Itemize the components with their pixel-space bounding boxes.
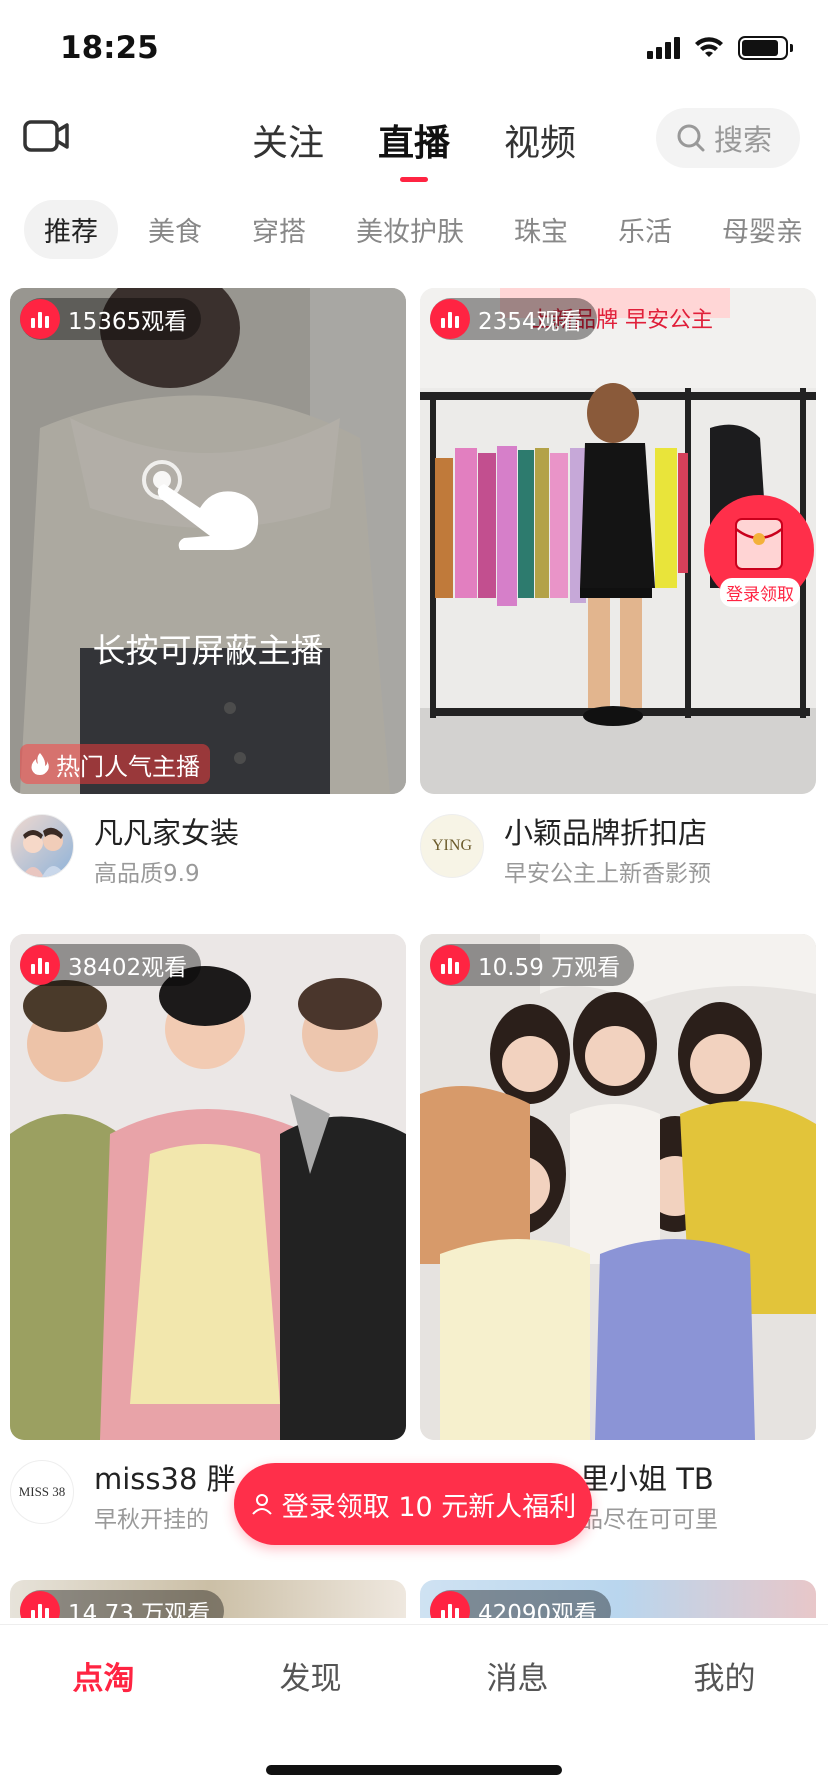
category-lifestyle[interactable]: 乐活 <box>598 200 692 259</box>
red-packet-label: 登录领取 <box>720 578 800 607</box>
shop-name: 凡凡家女装 <box>94 816 240 850</box>
status-bar: 18:25 <box>0 0 828 100</box>
live-thumbnail[interactable]: 10.59 万观看 <box>420 934 816 1440</box>
login-reward-button[interactable]: 登录领取 10 元新人福利 <box>234 1463 592 1545</box>
models-illustration <box>10 934 406 1440</box>
category-jewelry[interactable]: 珠宝 <box>494 200 588 259</box>
viewer-count: 14.73 万观看 <box>68 1601 211 1618</box>
live-icon <box>20 945 60 985</box>
live-thumbnail[interactable]: 38402观看 <box>10 934 406 1440</box>
avatar[interactable] <box>10 814 74 878</box>
signal-icon <box>647 37 680 59</box>
live-card[interactable]: 14.73 万观看 <box>10 1580 406 1618</box>
viewer-badge: 42090观看 <box>430 1590 612 1618</box>
viewer-count: 15365观看 <box>68 309 188 335</box>
login-reward-label: 登录领取 10 元新人福利 <box>281 1491 577 1523</box>
live-icon <box>430 945 470 985</box>
viewer-count: 10.59 万观看 <box>478 955 621 981</box>
category-recommended[interactable]: 推荐 <box>24 199 118 259</box>
wifi-icon <box>695 37 723 57</box>
shop-name: miss38 胖 <box>94 1462 236 1496</box>
avatar-logo-text: MISS 38 <box>18 1483 66 1499</box>
shop-subtitle: 早安公主上新香影预 <box>504 861 711 887</box>
live-icon <box>20 299 60 339</box>
shop-subtitle: 品尽在可可里 <box>580 1507 718 1533</box>
status-icons <box>647 36 793 60</box>
live-thumbnail[interactable]: 14.73 万观看 <box>10 1580 406 1618</box>
live-card[interactable]: 38402观看 MISS 38 miss38 胖 早秋开挂的 <box>10 934 406 1554</box>
viewer-count: 38402观看 <box>68 955 188 981</box>
avatar[interactable]: YING <box>420 814 484 878</box>
bottom-tab-messages[interactable]: 消息 <box>414 1653 621 1698</box>
avatar[interactable]: MISS 38 <box>10 1460 74 1524</box>
category-outfits[interactable]: 穿搭 <box>232 200 326 259</box>
flame-icon <box>31 753 49 775</box>
bottom-tab-bar: 点淘 发现 消息 我的 <box>0 1624 828 1792</box>
viewer-badge: 38402观看 <box>20 944 202 986</box>
category-beauty[interactable]: 美妆护肤 <box>336 200 484 259</box>
home-indicator[interactable] <box>266 1765 562 1775</box>
long-press-hint: 长按可屏蔽主播 <box>92 631 324 670</box>
viewer-badge: 2354观看 <box>430 298 597 340</box>
live-icon <box>430 1591 470 1618</box>
avatar-logo-text: YING <box>432 837 472 854</box>
viewer-count: 42090观看 <box>478 1601 598 1618</box>
viewer-badge: 14.73 万观看 <box>20 1590 225 1618</box>
tab-follow[interactable]: 关注 <box>248 114 328 166</box>
user-icon <box>251 1494 272 1515</box>
category-tabs: 推荐 美食 穿搭 美妆护肤 珠宝 乐活 母婴亲 <box>24 199 828 259</box>
shop-name: 里小姐 TB <box>580 1462 714 1496</box>
long-press-hand-icon <box>142 460 259 550</box>
bottom-tab-diantao[interactable]: 点淘 <box>0 1653 207 1698</box>
models-illustration <box>420 934 816 1440</box>
hot-tag-label: 热门人气主播 <box>56 752 200 781</box>
viewer-count: 2354观看 <box>478 309 583 335</box>
live-feed: 长按可屏蔽主播 15365观看 热门人气主播 凡凡家女装 高品质9.9 上新品牌… <box>0 288 828 1618</box>
live-card[interactable]: 长按可屏蔽主播 15365观看 热门人气主播 凡凡家女装 高品质9.9 <box>10 288 406 908</box>
search-button[interactable]: 搜索 <box>656 108 800 168</box>
shop-subtitle: 高品质9.9 <box>94 861 200 887</box>
live-thumbnail[interactable]: 长按可屏蔽主播 15365观看 热门人气主播 <box>10 288 406 794</box>
shop-name: 小颖品牌折扣店 <box>504 816 708 850</box>
category-mother-baby[interactable]: 母婴亲 <box>702 200 823 259</box>
tab-video[interactable]: 视频 <box>500 114 580 166</box>
bottom-tab-discover[interactable]: 发现 <box>207 1653 414 1698</box>
search-icon <box>677 124 705 152</box>
card-info: YING 小颖品牌折扣店 早安公主上新香影预 <box>420 794 816 908</box>
bottom-tab-me[interactable]: 我的 <box>621 1653 828 1698</box>
live-icon <box>20 1591 60 1618</box>
viewer-badge: 10.59 万观看 <box>430 944 635 986</box>
shop-subtitle: 早秋开挂的 <box>94 1507 209 1533</box>
tab-live[interactable]: 直播 <box>374 114 454 182</box>
search-label: 搜索 <box>714 123 773 157</box>
category-food[interactable]: 美食 <box>128 200 222 259</box>
live-icon <box>430 299 470 339</box>
live-thumbnail[interactable]: 42090观看 <box>420 1580 816 1618</box>
top-nav: 关注 直播 视频 搜索 <box>0 100 828 190</box>
viewer-badge: 15365观看 <box>20 298 202 340</box>
clock: 18:25 <box>60 30 159 66</box>
live-card[interactable]: 42090观看 <box>420 1580 816 1618</box>
hot-streamer-tag: 热门人气主播 <box>20 744 210 784</box>
battery-icon <box>738 36 793 60</box>
card-info: 凡凡家女装 高品质9.9 <box>10 794 406 908</box>
live-card[interactable]: 10.59 万观看 里小姐 TB 品尽在可可里 <box>420 934 816 1554</box>
